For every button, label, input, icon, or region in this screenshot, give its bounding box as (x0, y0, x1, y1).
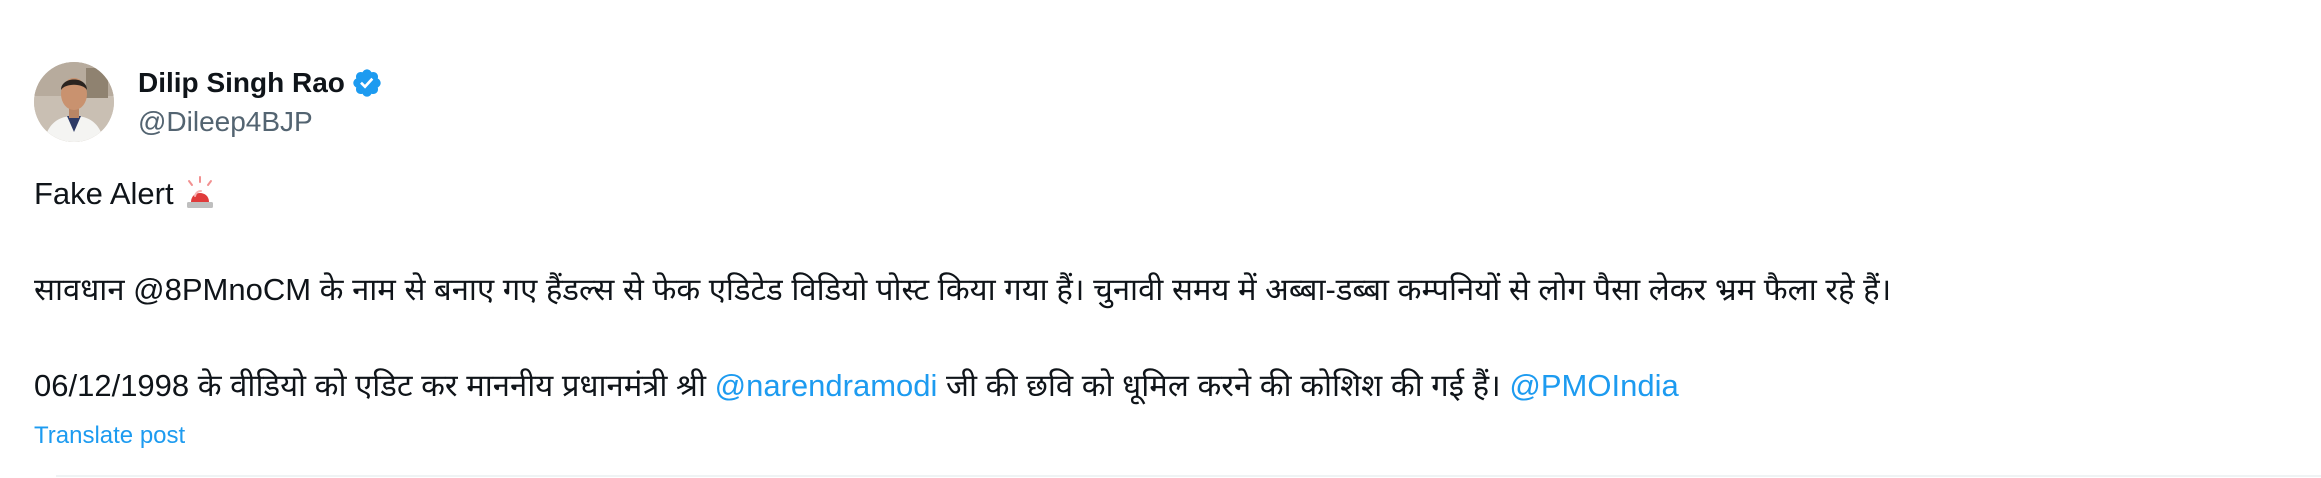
avatar[interactable] (34, 62, 114, 142)
divider (56, 475, 2321, 477)
author-display-name[interactable]: Dilip Singh Rao (138, 67, 345, 99)
post-line-3-text-b: जी की छवि को धूमिल करने की कोशिश की गई ह… (937, 368, 1510, 403)
post-line-1: Fake Alert (34, 170, 2294, 218)
verified-badge-icon[interactable] (351, 67, 383, 99)
post-line-3: 06/12/1998 के वीडियो को एडिट कर माननीय प… (34, 362, 2294, 410)
mention-pmoindia[interactable]: @PMOIndia (1509, 368, 1678, 403)
name-row: Dilip Singh Rao (138, 63, 383, 103)
fake-alert-text: Fake Alert (34, 176, 174, 211)
author-names: Dilip Singh Rao @Dileep4BJP (138, 63, 383, 141)
post-text: Fake Alert सावधान @8PMnoCM के नाम से बना… (34, 170, 2294, 410)
author-handle[interactable]: @Dileep4BJP (138, 103, 383, 141)
police-car-light-icon (184, 176, 216, 210)
tweet-header: Dilip Singh Rao @Dileep4BJP (34, 62, 383, 142)
translate-post-link[interactable]: Translate post (34, 422, 185, 450)
post-line-3-text-a: 06/12/1998 के वीडियो को एडिट कर माननीय प… (34, 368, 715, 403)
mention-narendramodi[interactable]: @narendramodi (715, 368, 938, 403)
post-line-2: सावधान @8PMnoCM के नाम से बनाए गए हैंडल्… (34, 272, 1892, 307)
profile-photo (34, 62, 114, 142)
tweet: Dilip Singh Rao @Dileep4BJP Fake Alert स… (0, 0, 2321, 478)
